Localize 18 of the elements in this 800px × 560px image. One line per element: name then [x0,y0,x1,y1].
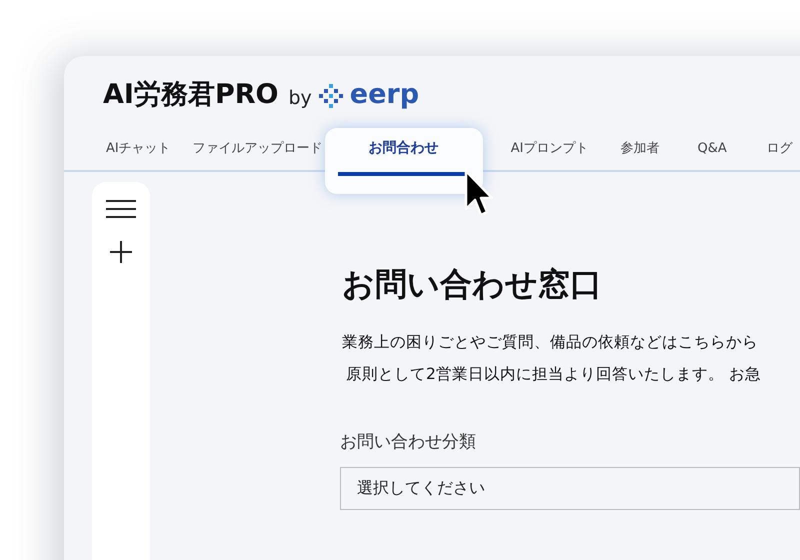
brand-name: eerp [350,80,420,110]
plus-icon[interactable] [110,241,132,263]
nav-tab[interactable]: AIプロンプト [498,133,600,163]
logo-by-text: by [288,86,312,110]
nav-tab[interactable]: お問合わせ [324,128,483,194]
description-text: 原則として2営業日以内に担当より回答いたします。 お急 [345,364,762,385]
description-text: 業務上の困りごとやご質問、備品の依頼などはこちらから [342,332,759,353]
field-label: お問い合わせ分類 [340,431,477,453]
nav-tab[interactable]: AIチャット [94,133,183,163]
category-select[interactable]: 選択してください [340,467,800,510]
brand-logo-icon [318,84,344,108]
menu-icon[interactable] [106,199,136,219]
nav-tab[interactable]: 参加者 [600,133,672,163]
logo-title: AI労務君PRO [103,80,278,110]
nav-tab[interactable]: ファイルアップロード [182,133,325,163]
page-title: お問い合わせ窓口 [342,264,603,304]
nav-tab[interactable]: ログ [738,133,793,163]
nav-tab[interactable]: Q&A [671,133,739,163]
